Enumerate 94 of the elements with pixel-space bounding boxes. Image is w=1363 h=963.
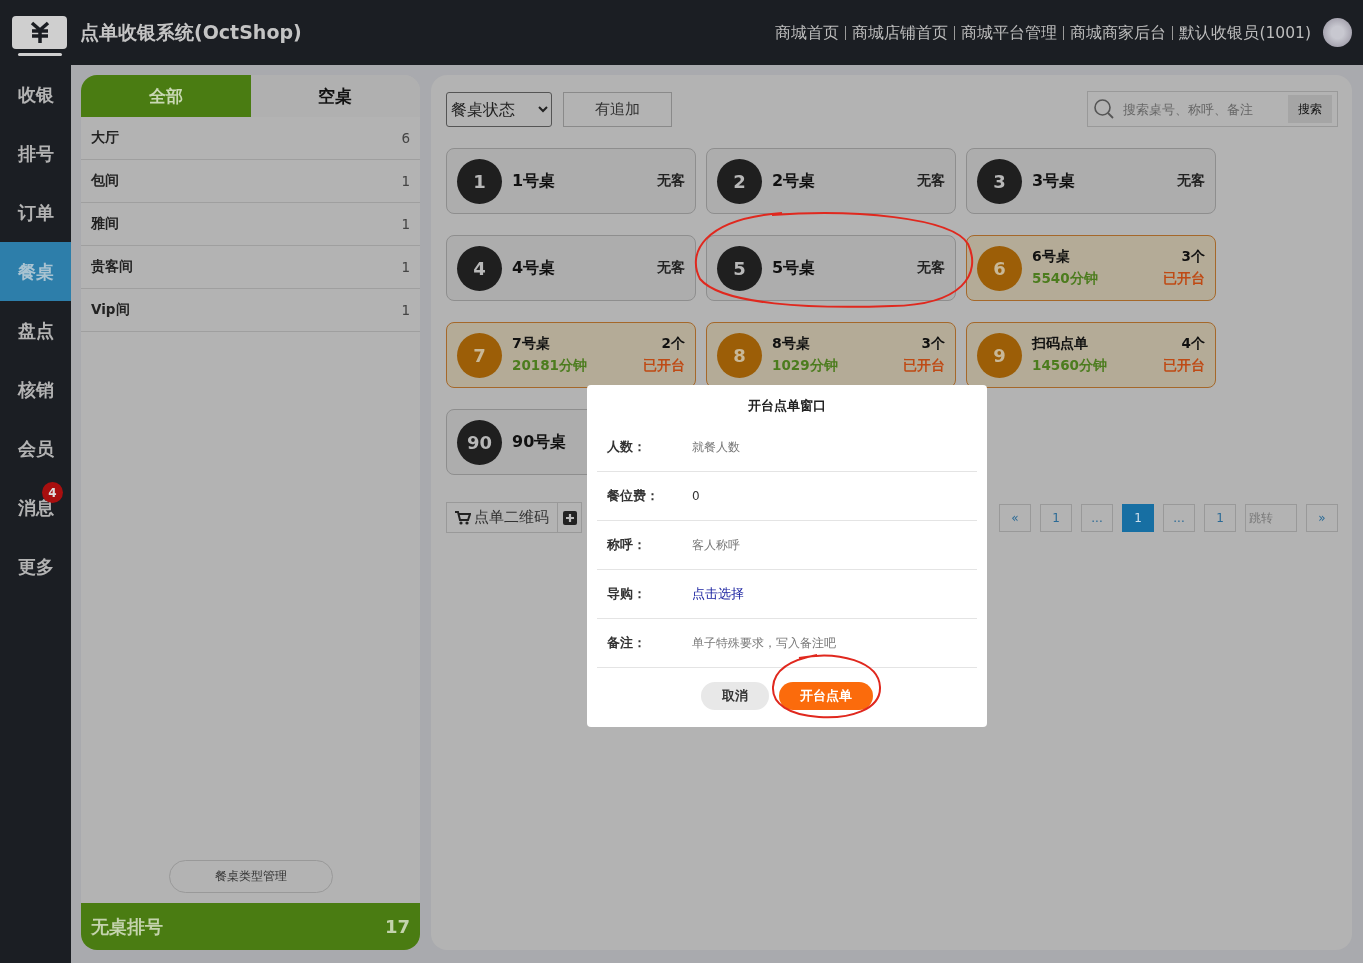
table-status: 已开台 bbox=[903, 357, 945, 375]
manage-types-button[interactable]: 餐桌类型管理 bbox=[168, 860, 333, 893]
input-field[interactable]: 0 bbox=[692, 488, 716, 504]
nav-item[interactable]: 盘点 bbox=[0, 301, 71, 360]
area-list-item[interactable]: 雅间 1 bbox=[81, 203, 420, 246]
nav-item[interactable]: 排号 bbox=[0, 124, 71, 183]
area-count: 1 bbox=[401, 173, 410, 189]
table-card[interactable]: 5 5号桌 无客 bbox=[706, 235, 956, 301]
table-card[interactable]: 4 4号桌 无客 bbox=[446, 235, 696, 301]
area-count: 1 bbox=[401, 216, 410, 232]
area-name: Vip间 bbox=[91, 301, 130, 319]
dialog-title: 开台点单窗口 bbox=[747, 397, 827, 415]
input-field[interactable]: 单子特殊要求，写入备注吧 bbox=[692, 635, 848, 651]
area-count: 6 bbox=[401, 130, 410, 146]
header-link[interactable]: 默认收银员(1001) bbox=[1172, 25, 1317, 40]
table-number: 2 bbox=[717, 158, 762, 204]
table-status: 已开台 bbox=[643, 357, 685, 375]
table-number: 3 bbox=[977, 158, 1022, 204]
elapsed-time: 5540分钟 bbox=[1032, 270, 1098, 288]
table-card[interactable]: 8 8号桌 3个 1029分钟 已开台 bbox=[706, 322, 956, 388]
guest-count: 2个 bbox=[661, 335, 685, 353]
status-dropdown[interactable]: 餐桌状态 bbox=[446, 91, 552, 127]
area-list-item[interactable]: 包间 1 bbox=[81, 160, 420, 203]
table-status: 已开台 bbox=[1163, 270, 1205, 288]
table-card[interactable]: 6 6号桌 3个 5540分钟 已开台 bbox=[966, 235, 1216, 301]
table-status: 无客 bbox=[917, 259, 945, 277]
table-name: 90号桌 bbox=[512, 431, 567, 453]
table-number: 8 bbox=[717, 332, 762, 378]
header-link[interactable]: 商城店铺首页 bbox=[845, 25, 955, 40]
nav-item[interactable]: 更多 bbox=[0, 537, 71, 596]
table-status: 无客 bbox=[917, 172, 945, 190]
table-name: 4号桌 bbox=[512, 257, 556, 279]
table-name: 7号桌 bbox=[512, 335, 550, 353]
select-link[interactable]: 点击选择 bbox=[692, 585, 744, 603]
area-name: 贵客间 bbox=[91, 258, 133, 276]
header-link[interactable]: 商城平台管理 bbox=[954, 25, 1064, 40]
table-card[interactable]: 9 扫码点单 4个 14560分钟 已开台 bbox=[966, 322, 1216, 388]
elapsed-time: 1029分钟 bbox=[772, 357, 838, 375]
field-label: 导购： bbox=[607, 585, 647, 603]
table-card[interactable]: 2 2号桌 无客 bbox=[706, 148, 956, 214]
field-label: 餐位费： bbox=[607, 487, 660, 505]
table-card[interactable]: 1 1号桌 无客 bbox=[446, 148, 696, 214]
field-label: 人数： bbox=[607, 438, 647, 456]
table-status: 无客 bbox=[657, 259, 685, 277]
table-number: 6 bbox=[977, 245, 1022, 291]
area-name: 雅间 bbox=[91, 215, 119, 233]
queue-label: 无桌排号 bbox=[91, 914, 163, 939]
table-name: 5号桌 bbox=[772, 257, 816, 279]
header-link[interactable]: 商城首页 bbox=[769, 25, 846, 40]
area-count: 1 bbox=[401, 302, 410, 318]
nav-item[interactable]: 核销 bbox=[0, 360, 71, 419]
table-number: 5 bbox=[717, 245, 762, 291]
nav-item[interactable]: 订单 bbox=[0, 183, 71, 242]
elapsed-time: 14560分钟 bbox=[1032, 357, 1107, 375]
table-number: 9 bbox=[977, 332, 1022, 378]
area-list-item[interactable]: 大厅 6 bbox=[81, 117, 420, 160]
area-list-item[interactable]: 贵客间 1 bbox=[81, 246, 420, 289]
table-number: 90 bbox=[457, 419, 502, 465]
cancel-button[interactable]: 取消 bbox=[701, 682, 769, 710]
table-name: 6号桌 bbox=[1032, 248, 1070, 266]
field-label: 备注： bbox=[607, 634, 647, 652]
search-button[interactable]: 搜索 bbox=[1288, 95, 1332, 123]
table-name: 3号桌 bbox=[1032, 170, 1076, 192]
guest-count: 4个 bbox=[1181, 335, 1205, 353]
field-label: 称呼： bbox=[607, 536, 647, 554]
table-status: 已开台 bbox=[1163, 357, 1205, 375]
guest-count: 3个 bbox=[921, 335, 945, 353]
area-name: 大厅 bbox=[91, 129, 119, 147]
nav-item[interactable]: 会员 bbox=[0, 419, 71, 478]
qr-code-button[interactable]: 点单二维码 bbox=[446, 502, 558, 533]
table-name: 1号桌 bbox=[512, 170, 556, 192]
page-button[interactable]: 1 bbox=[1122, 503, 1154, 532]
area-list-item[interactable]: Vip间 1 bbox=[81, 289, 420, 332]
guest-count: 3个 bbox=[1181, 248, 1205, 266]
table-number: 4 bbox=[457, 245, 502, 291]
table-number: 7 bbox=[457, 332, 502, 378]
table-card[interactable]: 7 7号桌 2个 20181分钟 已开台 bbox=[446, 322, 696, 388]
nav-item[interactable]: 收银 bbox=[0, 65, 71, 124]
table-card[interactable]: 3 3号桌 无客 bbox=[966, 148, 1216, 214]
table-number: 1 bbox=[457, 158, 502, 204]
search-field[interactable]: 搜索桌号、称呼、备注 搜索 bbox=[1087, 91, 1338, 127]
table-status: 无客 bbox=[657, 172, 685, 190]
area-count: 1 bbox=[401, 259, 410, 275]
elapsed-time: 20181分钟 bbox=[512, 357, 587, 375]
table-name: 8号桌 bbox=[772, 335, 810, 353]
table-name: 扫码点单 bbox=[1032, 335, 1088, 353]
header-link[interactable]: 商城商家后台 bbox=[1063, 25, 1173, 40]
table-name: 2号桌 bbox=[772, 170, 816, 192]
queue-count: 17 bbox=[384, 916, 410, 937]
filter-button[interactable]: 有追加 bbox=[563, 91, 672, 127]
input-field[interactable]: 客人称呼 bbox=[692, 537, 752, 553]
table-status: 无客 bbox=[1177, 172, 1205, 190]
area-name: 包间 bbox=[91, 172, 119, 190]
app-title: 点单收银系统(OctShop) bbox=[80, 19, 302, 45]
